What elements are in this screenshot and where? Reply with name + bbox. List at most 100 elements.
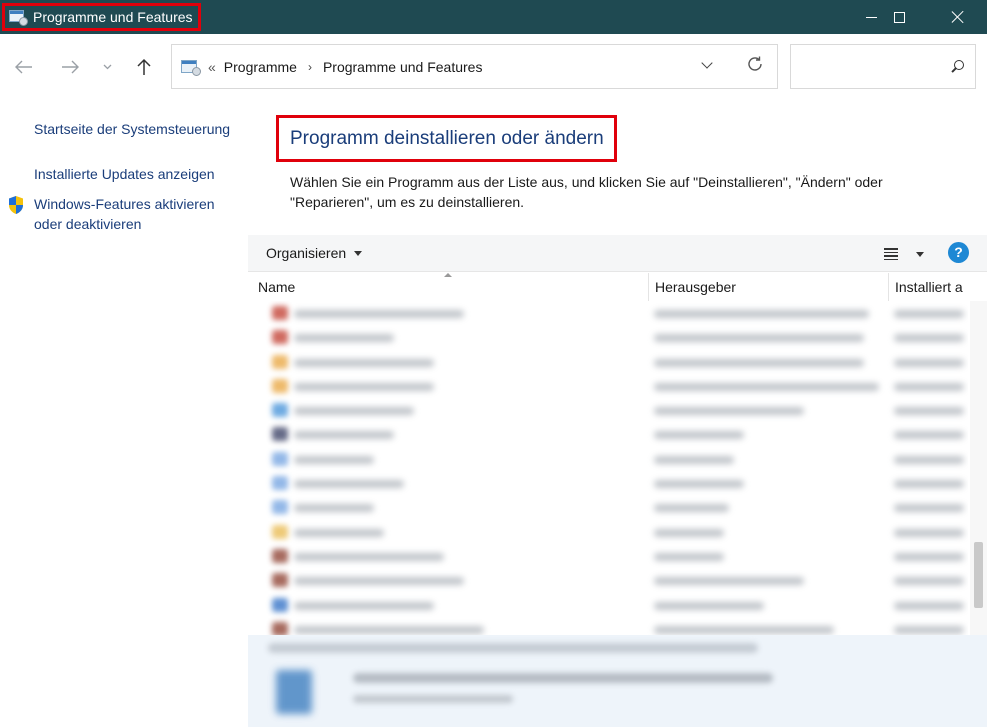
- blurred-install-date: [894, 601, 964, 610]
- program-row[interactable]: [248, 301, 968, 325]
- caret-down-icon: [354, 250, 363, 256]
- program-icon: [272, 476, 288, 491]
- program-row[interactable]: [248, 422, 968, 446]
- blurred-publisher: [654, 480, 744, 489]
- arrow-left-icon: [15, 60, 32, 74]
- program-icon: [272, 451, 288, 466]
- breadcrumb-programs-and-features[interactable]: Programme und Features: [323, 59, 483, 75]
- program-row[interactable]: [248, 617, 968, 635]
- blurred-publisher: [654, 358, 864, 367]
- program-row[interactable]: [248, 544, 968, 568]
- close-button[interactable]: [935, 0, 981, 34]
- blurred-program-name: [294, 455, 374, 464]
- blurred-program-details: [353, 673, 773, 683]
- blurred-install-date: [894, 480, 964, 489]
- program-icon: [272, 573, 288, 588]
- column-header-publisher[interactable]: Herausgeber: [648, 273, 888, 301]
- program-icon: [272, 306, 288, 320]
- program-row[interactable]: [248, 447, 968, 471]
- blurred-publisher: [654, 552, 724, 561]
- vertical-scrollbar[interactable]: [970, 301, 987, 635]
- blurred-program-name: [294, 504, 374, 513]
- organize-menu-button[interactable]: Organisieren: [266, 245, 363, 261]
- command-bar: Organisieren ?: [248, 235, 987, 272]
- program-row[interactable]: [248, 471, 968, 495]
- program-row[interactable]: [248, 398, 968, 422]
- maximize-button[interactable]: [876, 0, 922, 34]
- refresh-icon: [748, 56, 762, 71]
- view-options-caret-icon[interactable]: [916, 252, 924, 257]
- blurred-divider: [268, 643, 758, 653]
- program-row[interactable]: [248, 325, 968, 349]
- blurred-program-name: [294, 625, 484, 634]
- blurred-publisher: [654, 407, 804, 416]
- windows-features-link[interactable]: Windows-Features aktivieren oder deaktiv…: [34, 194, 244, 234]
- programs-and-features-window: Programme und Features « Programme › Pro…: [0, 0, 987, 727]
- program-row[interactable]: [248, 520, 968, 544]
- blurred-install-date: [894, 334, 964, 343]
- blurred-program-size: [353, 695, 513, 703]
- chevron-down-icon: [103, 64, 111, 70]
- column-header-installed-on[interactable]: Installiert a: [888, 273, 987, 301]
- blurred-publisher: [654, 528, 724, 537]
- breadcrumb-programs[interactable]: Programme: [224, 59, 297, 75]
- refresh-button[interactable]: [745, 55, 765, 75]
- recent-locations-button[interactable]: [98, 54, 116, 80]
- scrollbar-thumb[interactable]: [974, 542, 983, 608]
- blurred-publisher: [654, 504, 729, 513]
- blurred-program-name: [294, 577, 464, 586]
- organize-label: Organisieren: [266, 245, 347, 261]
- address-bar[interactable]: « Programme › Programme und Features: [171, 44, 778, 89]
- blurred-program-name: [294, 334, 394, 343]
- blurred-publisher: [654, 334, 864, 343]
- blurred-program-name: [294, 528, 384, 537]
- blurred-install-date: [894, 625, 964, 634]
- page-description: Wählen Sie ein Programm aus der Liste au…: [290, 174, 883, 210]
- blurred-install-date: [894, 577, 964, 586]
- arrow-up-icon: [137, 58, 151, 75]
- program-icon: [272, 354, 288, 369]
- address-dropdown-button[interactable]: [700, 57, 716, 73]
- program-row[interactable]: [248, 350, 968, 374]
- uac-shield-icon: [7, 195, 25, 215]
- page-title: Programm deinstallieren oder ändern: [290, 127, 604, 149]
- program-list[interactable]: [248, 301, 968, 635]
- program-row[interactable]: [248, 495, 968, 519]
- program-row[interactable]: [248, 593, 968, 617]
- minimize-icon: [865, 16, 877, 18]
- program-icon: [272, 427, 288, 442]
- breadcrumb-separator[interactable]: ›: [308, 60, 312, 74]
- window-title: Programme und Features: [33, 9, 193, 25]
- blurred-program-name: [294, 310, 464, 318]
- search-input[interactable]: [799, 55, 939, 77]
- program-icon: [272, 597, 288, 612]
- view-details-icon[interactable]: [884, 248, 898, 260]
- column-header-row: Name Herausgeber Installiert a: [248, 273, 987, 301]
- blurred-publisher: [654, 625, 834, 634]
- program-row[interactable]: [248, 374, 968, 398]
- control-panel-home-link[interactable]: Startseite der Systemsteuerung: [34, 119, 230, 139]
- navigation-bar: « Programme › Programme und Features: [0, 34, 987, 102]
- blurred-install-date: [894, 552, 964, 561]
- blurred-publisher: [654, 601, 764, 610]
- blurred-program-name: [294, 407, 414, 416]
- up-button[interactable]: [130, 54, 158, 80]
- forward-button[interactable]: [56, 54, 84, 80]
- details-pane: [248, 635, 987, 727]
- help-icon[interactable]: ?: [948, 242, 969, 263]
- breadcrumb-overflow[interactable]: «: [208, 59, 216, 75]
- blurred-install-date: [894, 528, 964, 537]
- blurred-install-date: [894, 310, 964, 318]
- search-box[interactable]: [790, 44, 976, 89]
- heading-highlight: Programm deinstallieren oder ändern: [276, 115, 617, 162]
- back-button[interactable]: [10, 54, 38, 80]
- main-content: Programm deinstallieren oder ändern Wähl…: [248, 102, 987, 727]
- program-row[interactable]: [248, 568, 968, 592]
- column-header-name[interactable]: Name: [258, 273, 648, 301]
- maximize-icon: [893, 11, 905, 23]
- blurred-program-name: [294, 358, 434, 367]
- selected-program-icon: [276, 670, 312, 714]
- installed-updates-link[interactable]: Installierte Updates anzeigen: [34, 164, 215, 184]
- search-icon[interactable]: [949, 59, 965, 75]
- title-bar[interactable]: Programme und Features: [0, 0, 987, 34]
